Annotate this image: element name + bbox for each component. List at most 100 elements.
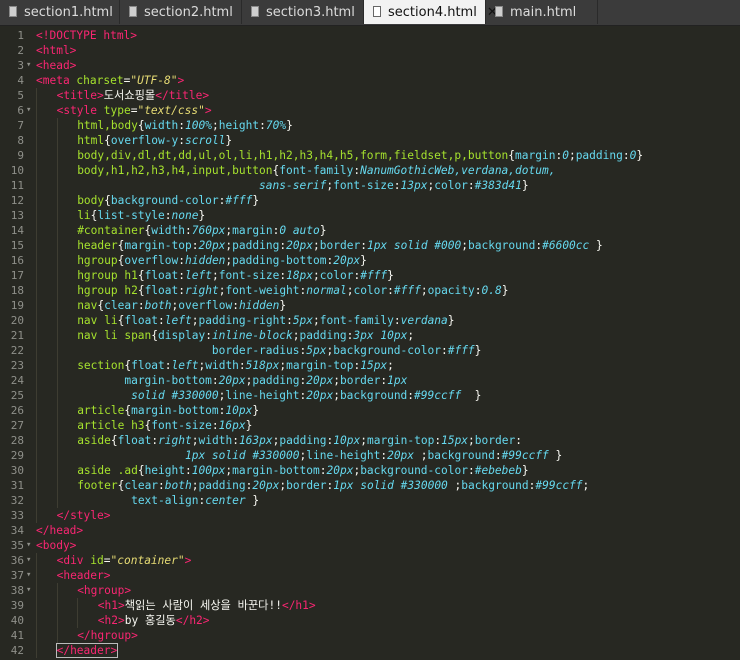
tab-main-html[interactable]: main.html <box>486 0 598 24</box>
code-token: 20px <box>306 389 334 402</box>
code-token: ; <box>313 269 320 282</box>
code-line: footer{clear:both;padding:20px;border:1p… <box>36 478 589 493</box>
code-token: padding <box>198 479 246 492</box>
tab-section1-html[interactable]: section1.html <box>0 0 120 24</box>
fold-arrow-icon[interactable]: ▾ <box>26 568 34 583</box>
code-line: aside{float:right;width:163px;padding:10… <box>36 433 522 448</box>
tab-section3-html[interactable]: section3.html <box>242 0 364 24</box>
code-line: </style> <box>36 508 110 523</box>
code-token: border <box>474 434 516 447</box>
code-token: { <box>137 464 145 477</box>
indent-guide <box>56 343 58 358</box>
code-token: background-color <box>360 464 468 477</box>
tab-label: section2.html <box>144 4 233 20</box>
indent-guide <box>36 478 37 493</box>
code-token: : <box>393 179 401 192</box>
indent-guide <box>56 223 58 238</box>
indent-guide <box>36 253 37 268</box>
line-number: 10 <box>10 164 24 177</box>
code-area[interactable]: <!DOCTYPE html> <html> <head> <meta charset… <box>36 26 740 660</box>
code-token: { <box>508 149 516 162</box>
code-token: { <box>104 134 111 147</box>
code-token: ; <box>191 479 199 492</box>
fold-arrow-icon[interactable]: ▾ <box>26 103 34 118</box>
code-line: hgroup h2{float:right;font-weight:normal… <box>36 283 508 298</box>
fold-arrow-icon[interactable]: ▾ <box>26 538 34 553</box>
tab-label: main.html <box>510 4 577 20</box>
code-token: left <box>164 314 192 327</box>
code-token: charset <box>76 74 124 87</box>
indent-guide <box>56 178 58 193</box>
code-token: margin-bottom <box>124 374 212 387</box>
line-number: 16 <box>10 254 24 267</box>
indent-guide <box>36 373 37 388</box>
code-token: <style <box>56 104 104 117</box>
fold-arrow-icon[interactable]: ▾ <box>26 58 34 73</box>
code-line: <header> <box>36 568 110 583</box>
code-token: ; <box>191 314 199 327</box>
code-token: html <box>77 134 105 147</box>
tab-label: section4.html <box>388 4 477 20</box>
code-token: margin <box>515 149 556 162</box>
line-number: 17 <box>10 269 24 282</box>
line-number: 26 <box>10 404 24 417</box>
code-line: hgroup h1{float:left;font-size:18px;colo… <box>36 268 394 283</box>
indent-guide <box>36 463 37 478</box>
code-token: line-height <box>306 449 381 462</box>
code-token: ; <box>420 284 428 297</box>
code-line: solid #330000;line-height:20px;backgroun… <box>36 388 481 403</box>
indent-guide <box>36 298 37 313</box>
code-token: normal <box>306 284 347 297</box>
indent-guide <box>56 193 58 208</box>
code-token: <div <box>56 554 91 567</box>
code-token: } <box>245 419 253 432</box>
code-line: <hgroup> <box>36 583 131 598</box>
code-token: <h1> <box>97 599 125 612</box>
code-token: } <box>252 404 260 417</box>
fold-arrow-icon[interactable]: ▾ <box>26 583 34 598</box>
code-token: } <box>636 149 644 162</box>
code-token: footer <box>77 479 118 492</box>
code-token: : <box>178 119 185 132</box>
code-token: 20px <box>387 449 421 462</box>
code-token: scroll <box>185 134 226 147</box>
line-number: 32 <box>10 494 24 507</box>
code-token: li <box>77 209 91 222</box>
line-number: 3 <box>17 59 24 72</box>
code-token: #fff <box>393 284 421 297</box>
line-number: 15 <box>10 239 24 252</box>
indent-guide <box>56 118 58 133</box>
line-number: 11 <box>10 179 24 192</box>
code-token: "container" <box>110 554 185 567</box>
code-line: border-radius:5px;background-color:#fff} <box>36 343 481 358</box>
code-token: border <box>286 479 327 492</box>
code-token: right <box>158 434 192 447</box>
code-line: article h3{font-size:16px} <box>36 418 252 433</box>
code-token: } <box>319 224 327 237</box>
code-token: nav li span <box>77 329 152 342</box>
indent-guide <box>36 118 37 133</box>
indent-guide <box>36 313 37 328</box>
code-token: ; <box>333 389 340 402</box>
tab-section2-html[interactable]: section2.html <box>120 0 242 24</box>
code-token: font-family <box>319 314 394 327</box>
code-token: left <box>185 269 212 282</box>
code-token: 70% <box>265 119 287 132</box>
code-token: 책읽는 사람이 세상을 바꾼다!! <box>124 599 282 612</box>
line-number: 7 <box>17 119 24 132</box>
indent-guide <box>56 313 58 328</box>
code-token: "text/css" <box>137 104 205 117</box>
indent-guide <box>36 628 37 643</box>
code-token: : <box>158 479 165 492</box>
code-token: aside .ad <box>77 464 138 477</box>
line-number: 1 <box>17 29 24 42</box>
code-token: #ebebeb <box>474 464 522 477</box>
code-token: { <box>104 194 111 207</box>
code-line: #container{width:760px;margin:0 auto} <box>36 223 327 238</box>
code-editor[interactable]: 1 2 3 ▾ 4 5 6 ▾ 7 8 9 10 11 12 13 14 15 16 17 18 19 20 21 22 23 2… <box>0 26 740 660</box>
code-token: padding-bottom <box>232 254 327 267</box>
tab-section4-html[interactable]: section4.html ✕ <box>364 0 498 24</box>
code-token: 15px <box>441 434 469 447</box>
fold-arrow-icon[interactable]: ▾ <box>26 553 34 568</box>
code-token: : <box>178 284 185 297</box>
